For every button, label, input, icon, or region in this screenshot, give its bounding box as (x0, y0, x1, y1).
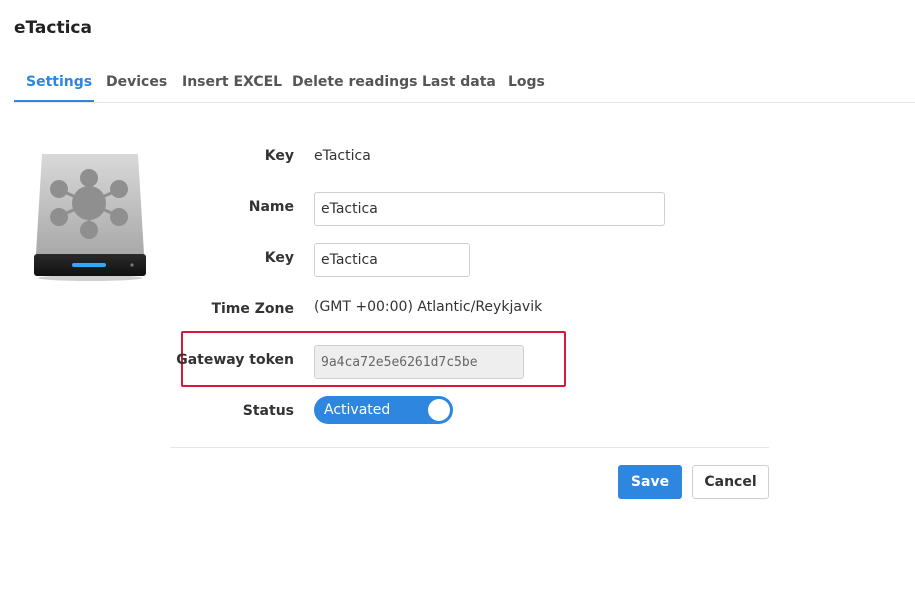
tab-settings[interactable]: Settings (14, 64, 94, 102)
tab-bar: Settings Devices Insert EXCEL Delete rea… (14, 64, 915, 103)
tab-last-data[interactable]: Last data (410, 64, 508, 102)
cancel-button[interactable]: Cancel (692, 465, 769, 499)
tab-devices[interactable]: Devices (94, 64, 179, 102)
tab-delete-readings[interactable]: Delete readings (280, 64, 429, 102)
key-input-label: Key (264, 250, 294, 266)
status-label: Status (242, 403, 294, 419)
tab-logs[interactable]: Logs (496, 64, 557, 102)
hard-drive-network-icon (30, 150, 150, 282)
key-display-value: eTactica (314, 148, 371, 164)
toggle-knob (428, 399, 450, 421)
form-divider (170, 447, 769, 448)
timezone-label: Time Zone (211, 301, 294, 317)
save-button[interactable]: Save (618, 465, 682, 499)
status-toggle-label: Activated (324, 402, 391, 418)
gateway-token-label: Gateway token (176, 352, 294, 368)
tab-insert-excel[interactable]: Insert EXCEL (170, 64, 294, 102)
key-input[interactable] (314, 243, 470, 277)
page-title: eTactica (14, 18, 92, 38)
name-label: Name (248, 199, 294, 215)
key-display-label: Key (264, 148, 294, 164)
name-input[interactable] (314, 192, 665, 226)
status-toggle[interactable]: Activated (314, 396, 453, 424)
gateway-token-field[interactable] (314, 345, 524, 379)
timezone-value: (GMT +00:00) Atlantic/Reykjavik (314, 299, 543, 315)
